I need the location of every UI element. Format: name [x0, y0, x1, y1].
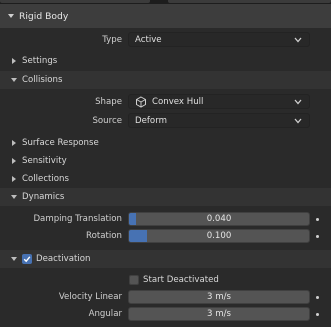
animate-property-dot[interactable] — [316, 296, 319, 299]
velocity-linear-value: 3 m/s — [207, 292, 231, 302]
rigid-body-panel-header[interactable]: Rigid Body — [0, 4, 331, 28]
damping-translation-label: Damping Translation — [33, 214, 122, 224]
expand-right-triangle-icon — [8, 173, 20, 185]
settings-label: Settings — [22, 56, 58, 66]
source-label: Source — [92, 116, 122, 126]
collisions-label: Collisions — [22, 75, 63, 85]
chevron-down-icon — [293, 97, 303, 107]
shape-value: Convex Hull — [152, 96, 204, 107]
rotation-label: Rotation — [86, 231, 122, 241]
angular-label: Angular — [88, 309, 122, 319]
rotation-value: 0.100 — [206, 231, 232, 241]
angular-value: 3 m/s — [207, 309, 231, 319]
source-dropdown[interactable]: Deform — [128, 113, 310, 128]
panel-title: Rigid Body — [19, 10, 69, 22]
collapse-down-triangle-icon — [8, 191, 20, 203]
shape-dropdown[interactable]: Convex Hull — [128, 94, 310, 109]
velocity-linear-label: Velocity Linear — [58, 292, 122, 302]
deactivation-label: Deactivation — [36, 254, 91, 264]
collapse-down-triangle-icon — [5, 10, 17, 22]
sensitivity-label: Sensitivity — [22, 156, 67, 166]
velocity-linear-field[interactable]: 3 m/s — [128, 290, 310, 304]
type-label: Type — [102, 35, 122, 45]
upper-panel-edge — [0, 0, 150, 3]
start-deactivated-checkbox[interactable] — [129, 275, 139, 285]
expand-right-triangle-icon — [8, 137, 20, 149]
convex-hull-icon — [135, 95, 147, 108]
angular-field[interactable]: 3 m/s — [128, 307, 310, 321]
dynamics-subpanel-header[interactable]: Dynamics — [0, 188, 331, 206]
upper-panel-edge — [168, 0, 331, 3]
start-deactivated-option[interactable]: Start Deactivated — [129, 271, 309, 289]
animate-property-dot[interactable] — [316, 313, 319, 316]
damping-translation-value: 0.040 — [206, 214, 232, 224]
deactivation-subpanel-header[interactable]: Deactivation — [0, 250, 331, 268]
rotation-slider[interactable]: 0.100 — [128, 229, 310, 243]
collections-subpanel-header[interactable]: Collections — [0, 170, 331, 188]
type-dropdown[interactable]: Active — [128, 32, 310, 47]
checkmark-icon — [23, 256, 31, 263]
collapse-down-triangle-icon — [8, 74, 20, 86]
collisions-subpanel-header[interactable]: Collisions — [0, 71, 331, 89]
surface-response-subpanel-header[interactable]: Surface Response — [0, 134, 331, 152]
expand-right-triangle-icon — [8, 155, 20, 167]
animate-property-dot[interactable] — [316, 218, 319, 221]
collections-label: Collections — [22, 174, 69, 184]
shape-label: Shape — [95, 97, 122, 107]
source-value: Deform — [135, 115, 167, 126]
deactivation-checkbox[interactable] — [22, 254, 32, 264]
settings-subpanel-header[interactable]: Settings — [0, 52, 331, 70]
collapse-down-triangle-icon — [8, 253, 20, 265]
dynamics-label: Dynamics — [22, 192, 65, 202]
animate-property-dot[interactable] — [316, 235, 319, 238]
surface-response-label: Surface Response — [22, 138, 99, 148]
chevron-down-icon — [293, 116, 303, 126]
type-value: Active — [135, 34, 162, 45]
start-deactivated-label: Start Deactivated — [143, 275, 219, 285]
damping-translation-slider[interactable]: 0.040 — [128, 212, 310, 226]
expand-right-triangle-icon — [8, 55, 20, 67]
sensitivity-subpanel-header[interactable]: Sensitivity — [0, 152, 331, 170]
chevron-down-icon — [293, 35, 303, 45]
